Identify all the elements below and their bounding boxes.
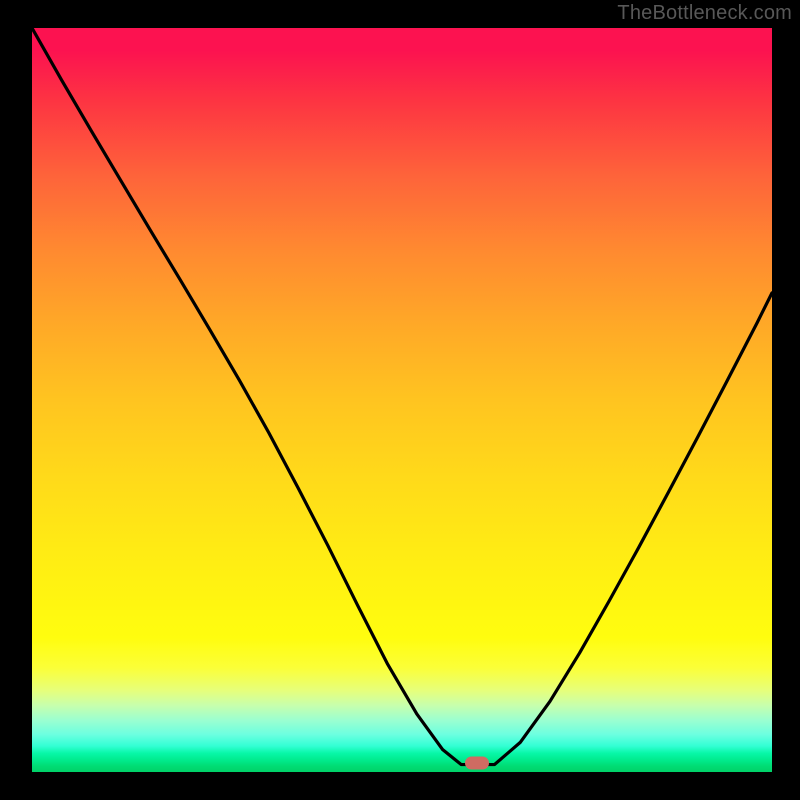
chart-frame: TheBottleneck.com <box>0 0 800 800</box>
watermark-text: TheBottleneck.com <box>617 2 792 25</box>
optimal-marker <box>465 757 489 770</box>
bottleneck-curve <box>32 28 772 772</box>
plot-area <box>32 28 772 772</box>
